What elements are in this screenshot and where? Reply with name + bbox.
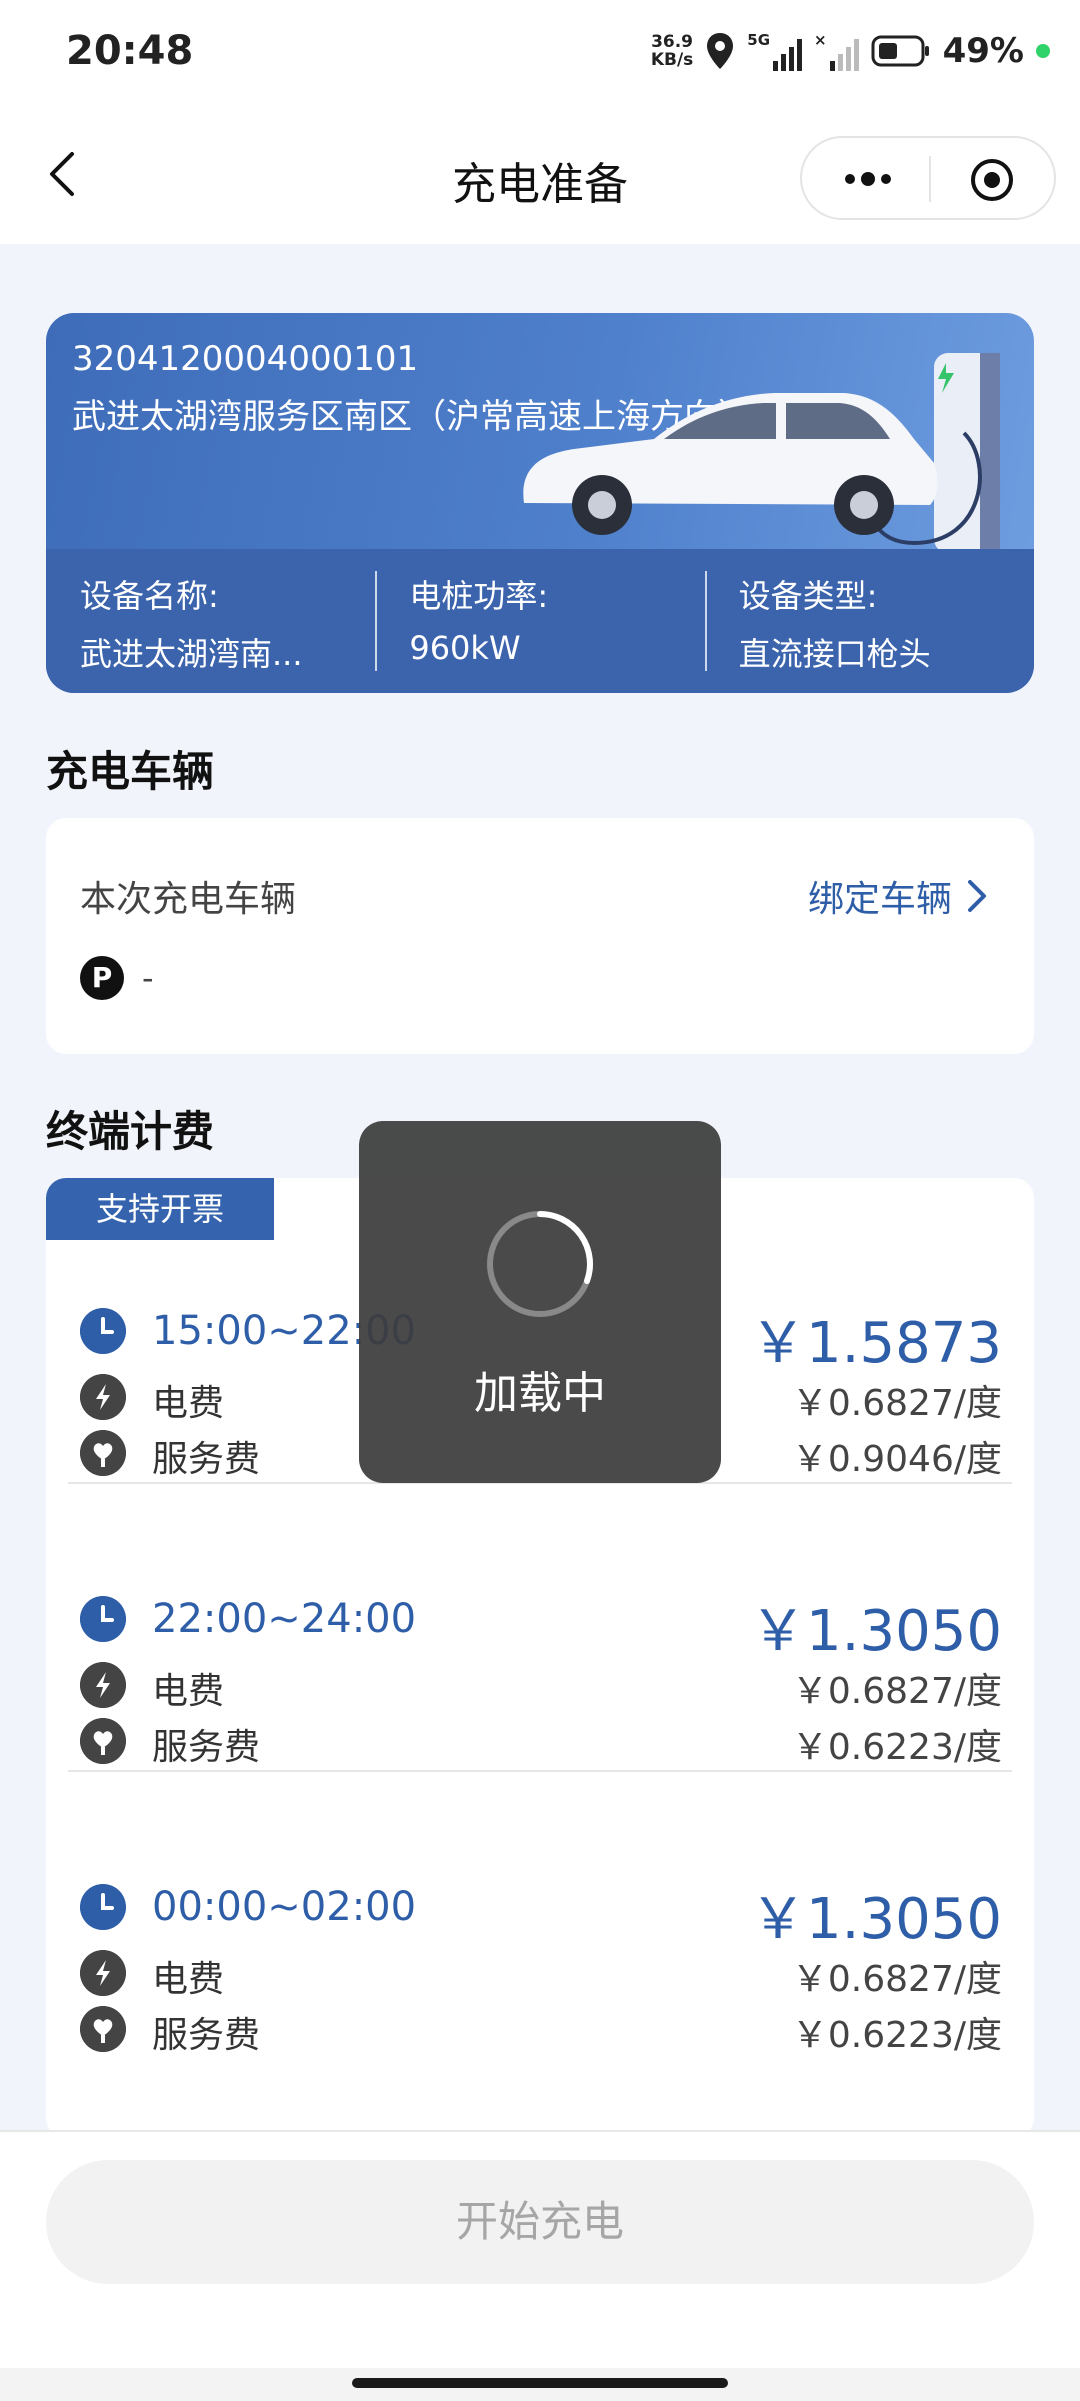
device-type-label: 设备类型: (738, 577, 878, 615)
loading-toast: 加载中 (359, 1121, 721, 1483)
bind-vehicle-label: 绑定车辆 (807, 879, 952, 920)
nav-bar: 充电准备 (0, 104, 1080, 244)
ev-charging-illustration (523, 353, 1000, 549)
service-price: ￥0.6223/度 (791, 2015, 1002, 2056)
more-icon[interactable] (838, 162, 898, 196)
capsule-divider (929, 156, 931, 202)
lightning-icon (80, 1950, 126, 1996)
period-row: 00:00~02:00 ￥1.3050 (68, 1878, 1012, 1952)
loading-spinner-icon (487, 1211, 593, 1317)
service-row: 服务费 ￥0.6223/度 (68, 2000, 1012, 2060)
fee-period-block: 00:00~02:00 ￥1.3050 电费 ￥0.6827/度 服务费 ￥0.… (68, 1774, 1012, 2060)
fee-section-title: 终端计费 (46, 1107, 215, 1156)
service-heart-icon (80, 1718, 126, 1764)
signal-5g-icon: 5G (747, 31, 803, 71)
fee-period-block: 22:00~24:00 ￥1.3050 电费 ￥0.6827/度 服务费 ￥0.… (68, 1486, 1012, 1772)
service-label: 服务费 (152, 2015, 261, 2056)
privacy-indicator (1036, 44, 1050, 58)
device-name-col: 设备名称: 武进太湖湾南... (46, 549, 375, 693)
status-icons: 36.9 KB/s 5G × 49% (651, 26, 1050, 76)
device-name-label: 设备名称: (80, 577, 219, 615)
loading-text: 加载中 (474, 1368, 606, 1419)
power-value: 960kW (409, 629, 521, 667)
electricity-label: 电费 (152, 1383, 225, 1424)
net-speed: 36.9 KB/s (650, 32, 694, 70)
bottom-action-bar: 开始充电 (0, 2130, 1080, 2401)
period-total-price: ￥1.5873 (750, 1311, 1002, 1376)
electricity-label: 电费 (152, 1671, 225, 1712)
vehicle-card: 本次充电车辆 绑定车辆 P - (46, 818, 1034, 1054)
status-bar: 20:48 36.9 KB/s 5G × 49% (0, 0, 1080, 104)
device-type-value: 直流接口枪头 (738, 635, 931, 673)
plate-row: P - (80, 956, 154, 1000)
battery-percent: 49% (942, 31, 1024, 71)
electricity-label: 电费 (152, 1959, 225, 2000)
home-indicator[interactable] (352, 2378, 728, 2388)
electricity-row: 电费 ￥0.6827/度 (68, 1656, 1012, 1716)
status-time: 20:48 (66, 28, 194, 74)
power-label: 电桩功率: (409, 577, 549, 615)
plate-value: - (142, 959, 154, 997)
service-heart-icon (80, 2006, 126, 2052)
device-type-col: 设备类型: 直流接口枪头 (704, 549, 1034, 693)
period-time: 22:00~24:00 (152, 1596, 417, 1642)
signal-empty-icon: × (814, 31, 859, 71)
start-charging-button[interactable]: 开始充电 (46, 2160, 1034, 2284)
period-total-price: ￥1.3050 (750, 1887, 1002, 1952)
clock-icon (80, 1884, 126, 1930)
lightning-icon (80, 1662, 126, 1708)
electricity-price: ￥0.6827/度 (791, 1959, 1002, 2000)
period-row: 22:00~24:00 ￥1.3050 (68, 1590, 1012, 1664)
service-row: 服务费 ￥0.6223/度 (68, 1712, 1012, 1772)
service-heart-icon (80, 1430, 126, 1476)
electricity-row: 电费 ￥0.6827/度 (68, 1944, 1012, 2004)
station-id: 3204120004000101 (72, 339, 419, 379)
battery-icon (871, 35, 929, 67)
vehicle-label: 本次充电车辆 (80, 879, 297, 920)
clock-icon (80, 1596, 126, 1642)
station-info-bar: 设备名称: 武进太湖湾南... 电桩功率: 960kW 设备类型: 直流接口枪头 (46, 549, 1034, 693)
service-price: ￥0.6223/度 (791, 1727, 1002, 1768)
chevron-right-icon (968, 880, 986, 912)
power-col: 电桩功率: 960kW (375, 549, 704, 693)
location-icon (707, 33, 734, 69)
electricity-price: ￥0.6827/度 (791, 1671, 1002, 1712)
bind-vehicle-link[interactable]: 绑定车辆 (808, 870, 988, 922)
service-label: 服务费 (152, 1439, 261, 1480)
lightning-icon (80, 1374, 126, 1420)
vehicle-section-title: 充电车辆 (46, 747, 215, 796)
close-miniapp-icon[interactable] (970, 158, 1014, 202)
plate-badge-icon: P (80, 956, 124, 1000)
clock-icon (80, 1308, 126, 1354)
period-total-price: ￥1.3050 (750, 1599, 1002, 1664)
station-card: 3204120004000101 武进太湖湾服务区南区（沪常高速上海方向） 设备… (46, 313, 1034, 693)
electricity-price: ￥0.6827/度 (791, 1383, 1002, 1424)
device-name-value: 武进太湖湾南... (80, 635, 303, 673)
period-time: 00:00~02:00 (152, 1884, 417, 1930)
service-price: ￥0.9046/度 (791, 1439, 1002, 1480)
miniapp-capsule (800, 136, 1056, 220)
service-label: 服务费 (152, 1727, 261, 1768)
